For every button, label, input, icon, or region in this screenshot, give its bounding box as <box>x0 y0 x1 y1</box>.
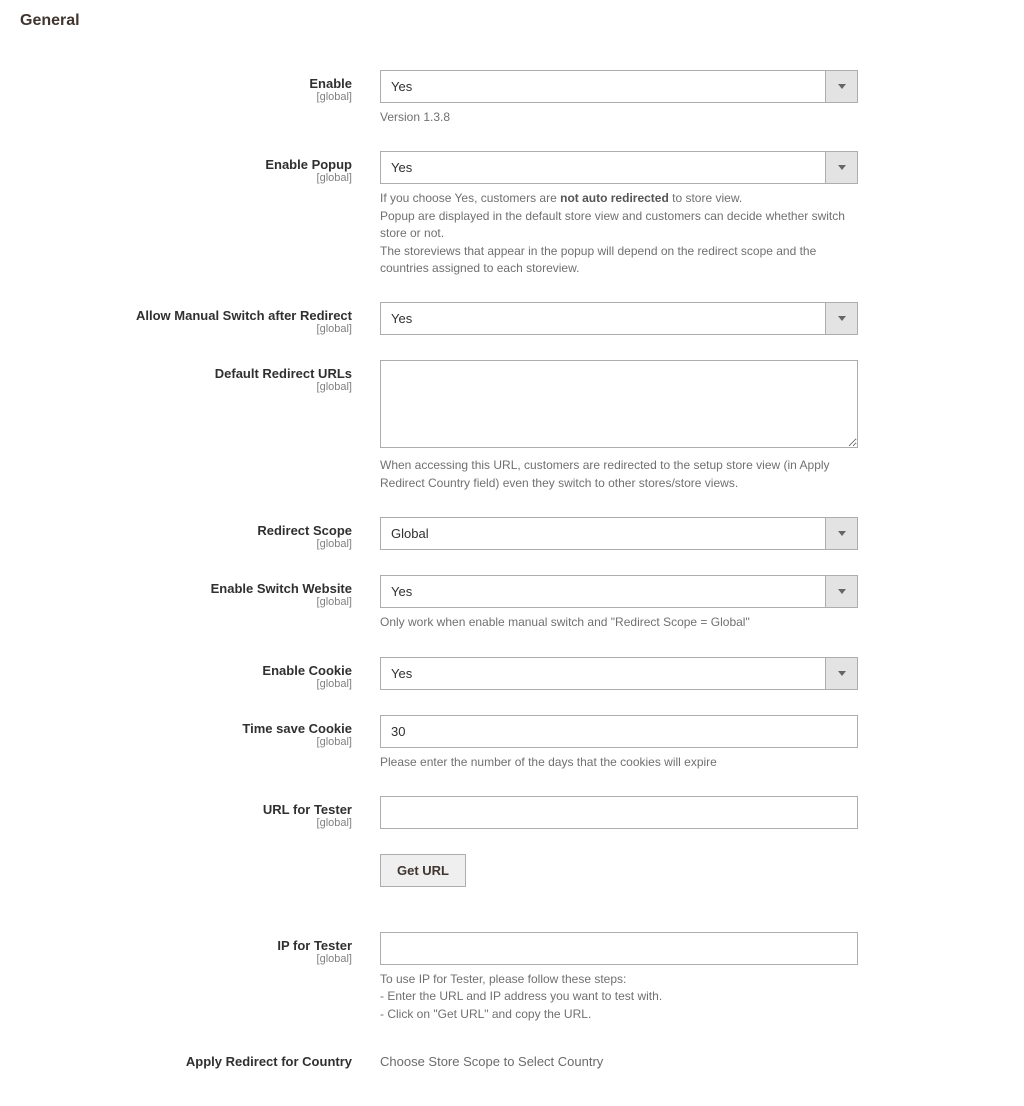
row-get-url: Get URL <box>20 854 1004 887</box>
row-default-redirect-urls: Default Redirect URLs [global] When acce… <box>20 360 1004 492</box>
label-allow-manual-switch: Allow Manual Switch after Redirect <box>20 308 352 323</box>
input-time-save-cookie[interactable] <box>380 715 858 748</box>
scope-enable: [global] <box>20 91 352 103</box>
label-apply-redirect-country: Apply Redirect for Country <box>20 1054 352 1069</box>
row-enable-cookie: Enable Cookie [global] <box>20 657 1004 690</box>
row-redirect-scope: Redirect Scope [global] <box>20 517 1004 550</box>
help-default-redirect-urls: When accessing this URL, customers are r… <box>380 457 858 492</box>
help-time-save-cookie: Please enter the number of the days that… <box>380 754 858 771</box>
label-enable: Enable <box>20 76 352 91</box>
help-ip-for-tester: To use IP for Tester, please follow thes… <box>380 971 858 1023</box>
label-url-for-tester: URL for Tester <box>20 802 352 817</box>
select-enable[interactable] <box>380 70 858 103</box>
scope-time-save-cookie: [global] <box>20 736 352 748</box>
scope-enable-cookie: [global] <box>20 678 352 690</box>
select-allow-manual-switch[interactable] <box>380 302 858 335</box>
row-enable-switch-website: Enable Switch Website [global] Only work… <box>20 575 1004 631</box>
row-enable-popup: Enable Popup [global] If you choose Yes,… <box>20 151 1004 277</box>
scope-allow-manual-switch: [global] <box>20 323 352 335</box>
label-redirect-scope: Redirect Scope <box>20 523 352 538</box>
label-enable-popup: Enable Popup <box>20 157 352 172</box>
input-url-for-tester[interactable] <box>380 796 858 829</box>
select-enable-switch-website[interactable] <box>380 575 858 608</box>
row-ip-for-tester: IP for Tester [global] To use IP for Tes… <box>20 932 1004 1023</box>
scope-url-for-tester: [global] <box>20 817 352 829</box>
label-ip-for-tester: IP for Tester <box>20 938 352 953</box>
row-enable: Enable [global] Version 1.3.8 <box>20 70 1004 126</box>
help-enable-switch-website: Only work when enable manual switch and … <box>380 614 858 631</box>
get-url-button[interactable]: Get URL <box>380 854 466 887</box>
label-default-redirect-urls: Default Redirect URLs <box>20 366 352 381</box>
input-ip-for-tester[interactable] <box>380 932 858 965</box>
row-time-save-cookie: Time save Cookie [global] Please enter t… <box>20 715 1004 771</box>
scope-enable-popup: [global] <box>20 172 352 184</box>
scope-redirect-scope: [global] <box>20 538 352 550</box>
scope-enable-switch-website: [global] <box>20 596 352 608</box>
value-apply-redirect-country: Choose Store Scope to Select Country <box>380 1048 858 1069</box>
row-apply-redirect-country: Apply Redirect for Country Choose Store … <box>20 1048 1004 1069</box>
row-url-for-tester: URL for Tester [global] <box>20 796 1004 829</box>
select-redirect-scope[interactable] <box>380 517 858 550</box>
row-allow-manual-switch: Allow Manual Switch after Redirect [glob… <box>20 302 1004 335</box>
label-enable-switch-website: Enable Switch Website <box>20 581 352 596</box>
label-time-save-cookie: Time save Cookie <box>20 721 352 736</box>
label-enable-cookie: Enable Cookie <box>20 663 352 678</box>
textarea-default-redirect-urls[interactable] <box>380 360 858 448</box>
select-enable-cookie[interactable] <box>380 657 858 690</box>
section-title: General <box>20 12 1004 30</box>
help-enable: Version 1.3.8 <box>380 109 858 126</box>
help-enable-popup: If you choose Yes, customers are not aut… <box>380 190 858 277</box>
select-enable-popup[interactable] <box>380 151 858 184</box>
scope-default-redirect-urls: [global] <box>20 381 352 393</box>
